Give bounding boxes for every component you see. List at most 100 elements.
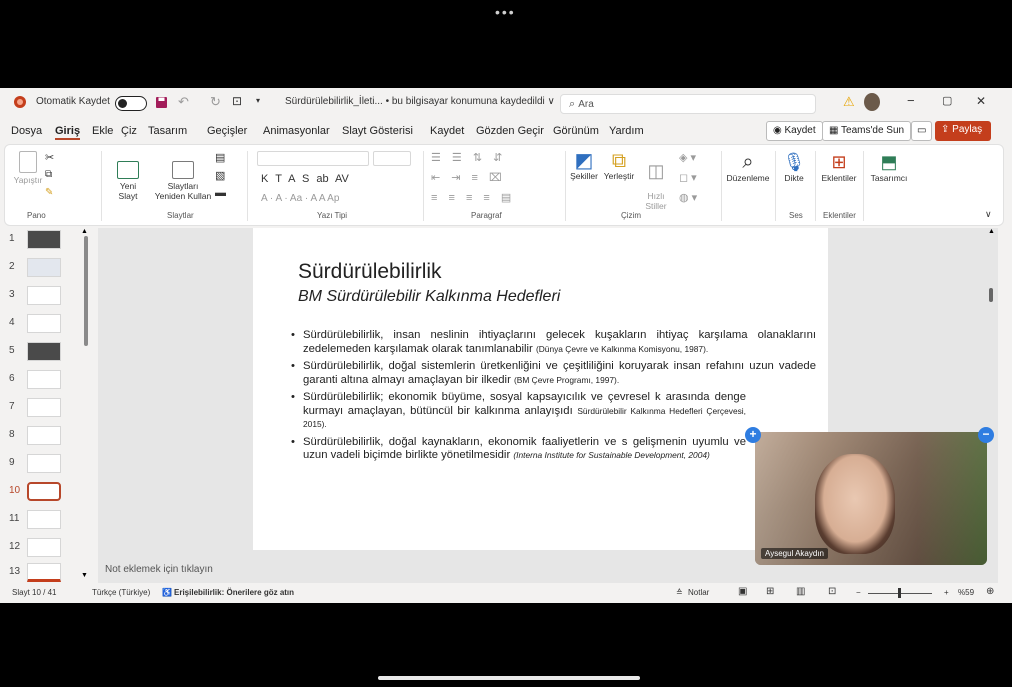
thumbnail-item[interactable]: 9: [0, 452, 98, 476]
thumbnail-number: 8: [9, 429, 15, 440]
slideshow-icon[interactable]: ⊡: [828, 586, 836, 597]
tab-gozden-gecir[interactable]: Gözden Geçir: [476, 125, 544, 137]
fit-slide-icon[interactable]: ⊕: [986, 586, 994, 597]
copy-icon[interactable]: ⧉: [45, 169, 52, 180]
slide-title[interactable]: Sürdürülebilirlik: [298, 260, 442, 284]
multitask-dots[interactable]: •••: [495, 4, 516, 20]
thumbnail-item[interactable]: 11: [0, 508, 98, 532]
warning-icon[interactable]: ⚠: [843, 94, 855, 110]
microphone-icon: 🎙: [782, 152, 806, 172]
font-name-dropdown[interactable]: [257, 151, 369, 166]
avatar[interactable]: [864, 93, 880, 111]
close-button[interactable]: ✕: [976, 94, 986, 108]
tab-ciz[interactable]: Çiz: [121, 125, 137, 137]
reset-icon[interactable]: ▧: [215, 169, 225, 182]
autosave-toggle[interactable]: [115, 96, 147, 111]
thumbnails-scrollbar[interactable]: [84, 236, 88, 346]
slide-bullet-list[interactable]: Sürdürülebilirlik, insan neslinin ihtiya…: [291, 329, 816, 467]
present-icon[interactable]: ⊡: [232, 94, 242, 108]
record-button[interactable]: ◉ Kaydet: [766, 121, 823, 141]
cut-icon[interactable]: ✂: [45, 151, 54, 164]
font-style-buttons[interactable]: K T A S ab AV: [261, 173, 349, 185]
arrange-button[interactable]: ⧉ Yerleştir: [601, 151, 637, 181]
tab-ekle[interactable]: Ekle: [92, 125, 113, 137]
tab-gorunum[interactable]: Görünüm: [553, 125, 599, 137]
redo-icon[interactable]: ↻: [210, 94, 221, 110]
group-label-yazi-tipi: Yazı Tipi: [317, 211, 348, 220]
restore-button[interactable]: ▢: [942, 94, 952, 107]
tab-dosya[interactable]: Dosya: [11, 125, 42, 137]
shape-effects-icon[interactable]: ◍ ▾: [679, 191, 697, 204]
designer-button[interactable]: ⬒ Tasarımcı: [867, 151, 911, 183]
slide-subtitle[interactable]: BM Sürdürülebilir Kalkınma Hedefleri: [298, 288, 560, 306]
share-button[interactable]: ⇪ Paylaş: [935, 121, 991, 141]
file-name[interactable]: Sürdürülebilirlik_İleti... • bu bilgisay…: [285, 96, 555, 107]
new-slide-icon: [117, 161, 139, 179]
shape-fill-icon[interactable]: ◈ ▾: [679, 151, 696, 164]
thumbnail-item[interactable]: 8: [0, 424, 98, 448]
reading-view-icon[interactable]: ▥: [796, 586, 805, 597]
tab-tasarim[interactable]: Tasarım: [148, 125, 187, 137]
normal-view-icon[interactable]: ▣: [738, 586, 747, 597]
ribbon-collapse-icon[interactable]: ∨: [985, 209, 992, 220]
zoom-slider-handle[interactable]: [898, 588, 901, 598]
format-painter-icon[interactable]: ✎: [45, 187, 53, 198]
addins-button[interactable]: ⊞ Eklentiler: [819, 151, 859, 183]
shape-outline-icon[interactable]: ◻ ▾: [679, 171, 697, 184]
language-indicator[interactable]: Türkçe (Türkiye): [92, 588, 150, 597]
dictate-button[interactable]: 🎙 Dikte: [779, 151, 809, 183]
indent-buttons[interactable]: ⇤ ⇥ ≡ ⌧: [431, 171, 506, 184]
shapes-button[interactable]: ◩ Şekiller: [567, 151, 601, 181]
teams-present-button[interactable]: ▦ Teams'de Sun: [822, 121, 912, 141]
editing-button[interactable]: ⌕ Düzenleme: [725, 151, 771, 183]
font-size-dropdown[interactable]: [373, 151, 411, 166]
thumbnail-item[interactable]: 12: [0, 536, 98, 560]
accessibility-status[interactable]: Erişilebilirlik: Önerilere göz atın: [174, 588, 294, 597]
slide-canvas[interactable]: Sürdürülebilirlik BM Sürdürülebilir Kalk…: [253, 228, 828, 550]
video-call-overlay[interactable]: Aysegul Akaydın: [755, 432, 987, 565]
thumbnail-number: 12: [9, 541, 21, 552]
add-participant-icon[interactable]: +: [745, 427, 761, 443]
thumbnail-item-selected[interactable]: 10: [0, 480, 98, 504]
align-buttons[interactable]: ≡ ≡ ≡ ≡ ▤: [431, 191, 515, 204]
scroll-down-icon[interactable]: ▼: [81, 572, 88, 579]
zoom-in-icon[interactable]: +: [944, 588, 949, 597]
collapse-video-icon[interactable]: −: [978, 427, 994, 443]
notes-placeholder[interactable]: Not eklemek için tıklayın: [105, 564, 213, 575]
home-indicator[interactable]: [378, 676, 640, 680]
list-buttons[interactable]: ☰ ☰ ⇅ ⇵: [431, 151, 506, 164]
comments-icon[interactable]: ▭: [911, 121, 933, 141]
zoom-level[interactable]: %59: [958, 588, 974, 597]
reuse-slides-button[interactable]: Slaytları Yeniden Kullan: [153, 151, 213, 211]
tab-giris[interactable]: Giriş: [55, 125, 81, 140]
font-color-buttons[interactable]: A · A · Aa · A A Ap: [261, 193, 339, 204]
editor-scrollbar[interactable]: [989, 288, 993, 302]
qat-dropdown-icon[interactable]: ▾: [256, 96, 260, 105]
tab-gecisler[interactable]: Geçişler: [207, 125, 247, 137]
scroll-up-icon[interactable]: ▲: [81, 228, 88, 235]
zoom-out-icon[interactable]: −: [856, 588, 861, 597]
tab-kaydet[interactable]: Kaydet: [430, 125, 464, 137]
notes-button[interactable]: Notlar: [688, 588, 709, 597]
tab-yardim[interactable]: Yardım: [609, 125, 644, 137]
undo-icon[interactable]: ↶: [178, 94, 189, 110]
tab-slayt-gosterisi[interactable]: Slayt Gösterisi: [342, 125, 413, 137]
layout-icon[interactable]: ▤: [215, 151, 225, 164]
tab-animasyonlar[interactable]: Animasyonlar: [263, 125, 330, 137]
section-icon[interactable]: ▬: [215, 187, 226, 199]
editor-scroll-up-icon[interactable]: ▲: [988, 228, 995, 235]
new-slide-button[interactable]: Yeni Slayt: [113, 151, 143, 211]
thumbnail-number: 4: [9, 317, 15, 328]
paste-button[interactable]: Yapıştır: [11, 151, 45, 185]
menu-bar: Dosya Giriş Ekle Çiz Tasarım Geçişler An…: [0, 120, 1012, 142]
group-label-eklentiler: Eklentiler: [823, 211, 856, 220]
minimize-button[interactable]: −: [907, 93, 915, 108]
thumbnail-item[interactable]: 6: [0, 368, 98, 392]
search-input[interactable]: ⌕ Ara: [560, 94, 816, 114]
bullet-source: (Dünya Çevre ve Kalkınma Komisyonu, 1987…: [535, 343, 709, 354]
save-icon[interactable]: [155, 96, 168, 109]
thumbnail-item[interactable]: 7: [0, 396, 98, 420]
thumbnail-image: [27, 342, 61, 361]
quick-styles-button[interactable]: ◫ Hızlı Stiller: [639, 151, 673, 221]
slide-sorter-icon[interactable]: ⊞: [766, 586, 774, 597]
